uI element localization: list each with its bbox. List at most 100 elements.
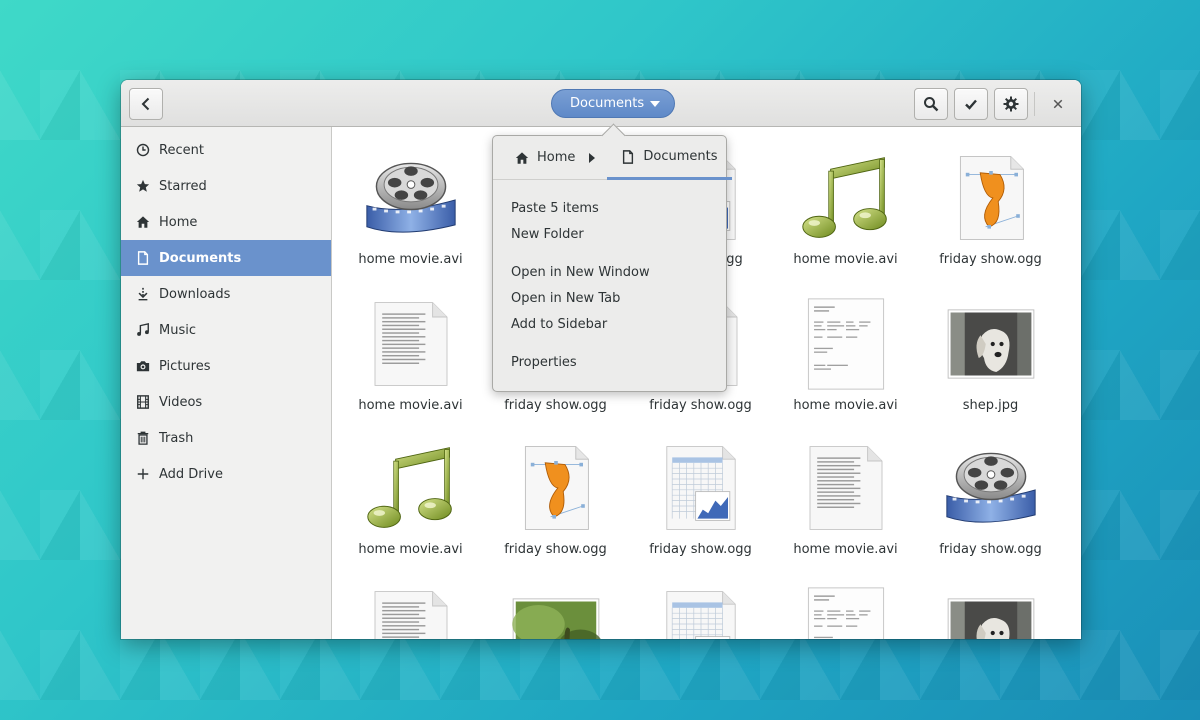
- location-popover: Home Documents Paste 5 items New Folder Op…: [492, 135, 732, 392]
- file-name: friday show.ogg: [939, 252, 1042, 267]
- header-bar: Documents: [121, 80, 1081, 127]
- sidebar-item-label: Pictures: [159, 358, 211, 374]
- close-button[interactable]: [1045, 88, 1071, 120]
- sidebar-item-videos[interactable]: Videos: [121, 384, 331, 420]
- file-name: friday show.ogg: [649, 398, 752, 413]
- menu-item-new-folder[interactable]: New Folder: [493, 221, 726, 247]
- sidebar-item-label: Recent: [159, 142, 204, 158]
- sidebar-item-recent[interactable]: Recent: [121, 132, 331, 168]
- file-item[interactable]: [483, 561, 628, 639]
- breadcrumb-separator-icon: [589, 152, 596, 163]
- file-item[interactable]: [918, 561, 1063, 639]
- home-icon: [515, 151, 529, 164]
- spreadsheet-thumbnail-icon: [651, 583, 751, 639]
- chevron-left-icon: [141, 97, 150, 111]
- sidebar-item-pictures[interactable]: Pictures: [121, 348, 331, 384]
- file-item[interactable]: home movie.avi: [773, 417, 918, 557]
- music-thumbnail-icon: [361, 439, 461, 536]
- sidebar-item-music[interactable]: Music: [121, 312, 331, 348]
- clock-icon: [135, 142, 151, 158]
- download-icon: [135, 286, 151, 302]
- sidebar-item-label: Documents: [159, 250, 242, 266]
- document-icon: [135, 250, 151, 266]
- spreadsheet-thumbnail-icon: [651, 439, 751, 536]
- file-name: friday show.ogg: [504, 542, 607, 557]
- menu-item-open-in-new-window[interactable]: Open in New Window: [493, 259, 726, 285]
- context-menu: Paste 5 items New Folder Open in New Windo…: [493, 180, 726, 375]
- sidebar-item-starred[interactable]: Starred: [121, 168, 331, 204]
- sidebar-item-downloads[interactable]: Downloads: [121, 276, 331, 312]
- file-name: shep.jpg: [962, 398, 1019, 413]
- breadcrumb-documents-label: Documents: [643, 149, 718, 164]
- photo-thumbnail-icon: [941, 583, 1041, 639]
- location-button[interactable]: Documents: [551, 89, 675, 118]
- text-thumbnail-icon: [361, 295, 461, 392]
- sidebar-item-label: Trash: [159, 430, 194, 446]
- file-name: friday show.ogg: [504, 398, 607, 413]
- settings-button[interactable]: [994, 88, 1028, 120]
- music-thumbnail-icon: [796, 149, 896, 246]
- back-button[interactable]: [129, 88, 163, 120]
- select-button[interactable]: [954, 88, 988, 120]
- menu-item-paste-5-items[interactable]: Paste 5 items: [493, 195, 726, 221]
- vector-thumbnail-icon: [941, 149, 1041, 246]
- file-item[interactable]: home movie.avi: [773, 127, 918, 267]
- breadcrumb-home-label: Home: [537, 150, 576, 165]
- sidebar-item-label: Home: [159, 214, 198, 230]
- menu-item-add-to-sidebar[interactable]: Add to Sidebar: [493, 311, 726, 337]
- vector-thumbnail-icon: [506, 439, 606, 536]
- checkmark-icon: [965, 99, 977, 110]
- form-thumbnail-icon: [796, 295, 896, 392]
- file-item[interactable]: shep.jpg: [918, 273, 1063, 413]
- file-item[interactable]: friday show.ogg: [918, 127, 1063, 267]
- sidebar-item-label: Starred: [159, 178, 207, 194]
- file-item[interactable]: home movie.avi: [773, 273, 918, 413]
- file-name: home movie.avi: [358, 252, 463, 267]
- gear-icon: [1003, 96, 1019, 112]
- photo-green-thumbnail-icon: [506, 583, 606, 639]
- file-item[interactable]: [773, 561, 918, 639]
- text-thumbnail-icon: [796, 439, 896, 536]
- file-item[interactable]: [338, 561, 483, 639]
- file-item[interactable]: friday show.ogg: [918, 417, 1063, 557]
- close-icon: [1053, 99, 1063, 109]
- sidebar-item-home[interactable]: Home: [121, 204, 331, 240]
- file-item[interactable]: friday show.ogg: [483, 417, 628, 557]
- film-icon: [135, 394, 151, 410]
- camera-icon: [135, 358, 151, 374]
- file-item[interactable]: friday show.ogg: [628, 417, 773, 557]
- location-label: Documents: [570, 96, 645, 111]
- sidebar-list: Recent Starred Home Documents Downloads Music…: [121, 127, 331, 492]
- sidebar-item-label: Music: [159, 322, 196, 338]
- form-thumbnail-icon: [796, 583, 896, 639]
- file-item[interactable]: [628, 561, 773, 639]
- home-icon: [135, 214, 151, 230]
- chevron-down-icon: [650, 101, 660, 107]
- breadcrumb-home[interactable]: Home: [515, 136, 585, 180]
- menu-item-properties[interactable]: Properties: [493, 349, 726, 375]
- file-name: home movie.avi: [793, 542, 898, 557]
- plus-icon: [135, 466, 151, 482]
- file-name: home movie.avi: [793, 252, 898, 267]
- sidebar-item-label: Videos: [159, 394, 203, 410]
- search-button[interactable]: [914, 88, 948, 120]
- breadcrumb: Home Documents: [493, 136, 732, 180]
- sidebar-item-trash[interactable]: Trash: [121, 420, 331, 456]
- file-name: friday show.ogg: [649, 542, 752, 557]
- menu-item-open-in-new-tab[interactable]: Open in New Tab: [493, 285, 726, 311]
- video-thumbnail-icon: [941, 439, 1041, 536]
- menu-section-gap: [493, 247, 726, 259]
- file-name: friday show.ogg: [939, 542, 1042, 557]
- menu-section-gap: [493, 337, 726, 349]
- breadcrumb-documents[interactable]: Documents: [607, 136, 732, 180]
- sidebar-item-documents[interactable]: Documents: [121, 240, 331, 276]
- file-item[interactable]: home movie.avi: [338, 273, 483, 413]
- file-name: home movie.avi: [358, 398, 463, 413]
- sidebar-item-add-drive[interactable]: Add Drive: [121, 456, 331, 492]
- file-item[interactable]: home movie.avi: [338, 127, 483, 267]
- search-icon: [924, 97, 939, 112]
- file-item[interactable]: home movie.avi: [338, 417, 483, 557]
- file-name: home movie.avi: [793, 398, 898, 413]
- text-thumbnail-icon: [361, 583, 461, 639]
- music-icon: [135, 322, 151, 338]
